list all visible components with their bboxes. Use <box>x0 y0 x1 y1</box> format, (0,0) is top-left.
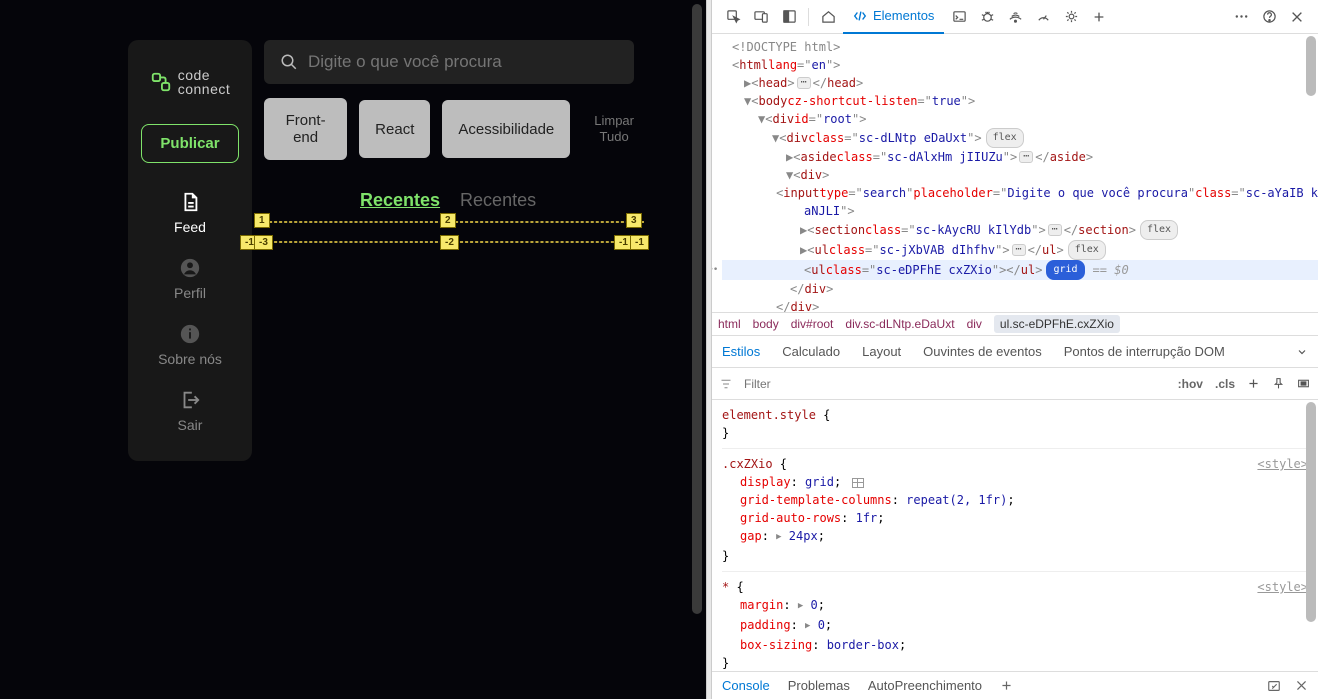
page-scrollbar[interactable] <box>692 4 702 614</box>
styles-filter-bar: :hov .cls <box>712 368 1318 400</box>
grid-icon[interactable] <box>852 478 864 488</box>
crumb[interactable]: html <box>718 317 741 331</box>
close-icon[interactable] <box>1284 4 1310 30</box>
clear-button[interactable]: Limpar Tudo <box>582 113 646 144</box>
styles-tab-layout[interactable]: Layout <box>862 344 901 359</box>
chevron-down-icon[interactable] <box>1296 346 1308 358</box>
grid-badge-neg: -1 <box>630 235 649 250</box>
breadcrumb: html body div#root div.sc-dLNtp.eDaUxt d… <box>712 312 1318 336</box>
filter-icon <box>720 378 732 390</box>
chip-react[interactable]: React <box>359 100 430 158</box>
crumb[interactable]: div <box>967 317 982 331</box>
tab-elementos[interactable]: Elementos <box>843 0 944 34</box>
tab-recentes-2[interactable]: Recentes <box>460 190 536 211</box>
device-icon[interactable] <box>748 4 774 30</box>
sidebar: code connect Publicar Feed <box>128 40 252 461</box>
grid-badge: 1 <box>254 213 270 228</box>
sidebar-item-label: Sair <box>178 417 203 433</box>
styles-scrollbar[interactable] <box>1306 402 1316 622</box>
grid-badge: 2 <box>440 213 456 228</box>
sidebar-item-feed[interactable]: Feed <box>174 191 206 235</box>
document-icon <box>179 191 201 213</box>
styles-tab-pontos[interactable]: Pontos de interrupção DOM <box>1064 344 1225 359</box>
crumb-selected[interactable]: ul.sc-eDPFhE.cxZXio <box>994 315 1120 333</box>
console-tab-icon[interactable] <box>946 4 972 30</box>
styles-body[interactable]: element.style { } .cxZXio {<style> displ… <box>712 400 1318 671</box>
devtools-toolbar: Elementos <box>712 0 1318 34</box>
dom-scrollbar[interactable] <box>1306 36 1316 96</box>
styles-tab-estilos[interactable]: Estilos <box>722 344 760 359</box>
rule-element-style: element.style { } <box>722 406 1308 449</box>
more-icon[interactable] <box>1228 4 1254 30</box>
chip-acessibilidade[interactable]: Acessibilidade <box>442 100 570 158</box>
settings-icon[interactable] <box>1058 4 1084 30</box>
logo-text-1: code <box>178 68 231 82</box>
crumb[interactable]: div.sc-dLNtp.eDaUxt <box>845 317 954 331</box>
devtools-panel: Elementos <!DOCTYPE html> <html lang="en… <box>712 0 1318 699</box>
sidebar-item-perfil[interactable]: Perfil <box>174 257 206 301</box>
tab-label: Elementos <box>873 8 934 23</box>
main-content: Front-end React Acessibilidade Limpar Tu… <box>264 40 706 461</box>
sidebar-item-label: Feed <box>174 219 206 235</box>
grid-debug-overlay: 1 2 3 -1 -3 -2 -1 -1 <box>254 221 644 257</box>
box-icon[interactable] <box>1297 377 1310 390</box>
network-icon[interactable] <box>1002 4 1028 30</box>
logo: code connect <box>150 68 231 96</box>
inspect-icon[interactable] <box>720 4 746 30</box>
logo-text-2: connect <box>178 82 231 96</box>
search-icon <box>280 53 298 71</box>
code-icon <box>853 9 867 23</box>
help-icon[interactable] <box>1256 4 1282 30</box>
sidebar-item-sair[interactable]: Sair <box>178 389 203 433</box>
drawer-tab-problemas[interactable]: Problemas <box>788 678 850 693</box>
drawer-tab-autopreench[interactable]: AutoPreenchimento <box>868 678 982 693</box>
tab-recentes-1[interactable]: Recentes <box>360 190 440 211</box>
grid-badge-neg: -2 <box>440 235 459 250</box>
pin-icon[interactable] <box>1272 377 1285 390</box>
bug-icon[interactable] <box>974 4 1000 30</box>
home-icon[interactable] <box>815 4 841 30</box>
rule-cxZXio: .cxZXio {<style> display: grid; grid-tem… <box>722 455 1308 572</box>
rule-source-link[interactable]: <style> <box>1257 578 1308 596</box>
styles-tab-ouvintes[interactable]: Ouvintes de eventos <box>923 344 1042 359</box>
grid-badge: 3 <box>626 213 642 228</box>
crumb[interactable]: div#root <box>791 317 834 331</box>
search-box[interactable] <box>264 40 634 84</box>
rule-star: * {<style> margin: ▶ 0; padding: ▶ 0; bo… <box>722 578 1308 671</box>
rule-source-link[interactable]: <style> <box>1257 455 1308 473</box>
rendered-page: code connect Publicar Feed <box>0 0 706 699</box>
sidebar-nav: Feed Perfil Sobre nós <box>128 191 252 433</box>
dock-icon[interactable] <box>776 4 802 30</box>
chip-frontend[interactable]: Front-end <box>264 98 347 160</box>
dom-selected-node[interactable]: <ul class="sc-eDPFhE cxZXio"></ul>grid==… <box>722 260 1318 280</box>
cls-toggle[interactable]: .cls <box>1215 377 1235 391</box>
user-icon <box>179 257 201 279</box>
close-drawer-icon[interactable] <box>1295 679 1308 693</box>
filter-input[interactable] <box>744 377 834 391</box>
filter-chips: Front-end React Acessibilidade Limpar Tu… <box>264 98 646 160</box>
performance-icon[interactable] <box>1030 4 1056 30</box>
plus-icon[interactable] <box>1000 679 1013 692</box>
info-icon <box>179 323 201 345</box>
styles-tab-calculado[interactable]: Calculado <box>782 344 840 359</box>
logout-icon <box>179 389 201 411</box>
sort-tabs: Recentes Recentes <box>360 190 646 211</box>
plus-icon[interactable] <box>1086 4 1112 30</box>
hov-toggle[interactable]: :hov <box>1178 377 1203 391</box>
plus-icon[interactable] <box>1247 377 1260 390</box>
crumb[interactable]: body <box>753 317 779 331</box>
styles-tabs: Estilos Calculado Layout Ouvintes de eve… <box>712 336 1318 368</box>
publish-button[interactable]: Publicar <box>141 124 238 163</box>
issues-icon[interactable] <box>1267 679 1281 693</box>
search-input[interactable] <box>308 52 618 72</box>
logo-icon <box>150 71 172 93</box>
grid-badge-neg: -3 <box>254 235 273 250</box>
sidebar-item-sobre[interactable]: Sobre nós <box>158 323 222 367</box>
sidebar-item-label: Sobre nós <box>158 351 222 367</box>
dom-tree[interactable]: <!DOCTYPE html> <html lang="en"> ▶ <head… <box>712 34 1318 312</box>
sidebar-item-label: Perfil <box>174 285 206 301</box>
drawer-tabs: Console Problemas AutoPreenchimento <box>712 671 1318 699</box>
drawer-tab-console[interactable]: Console <box>722 678 770 693</box>
